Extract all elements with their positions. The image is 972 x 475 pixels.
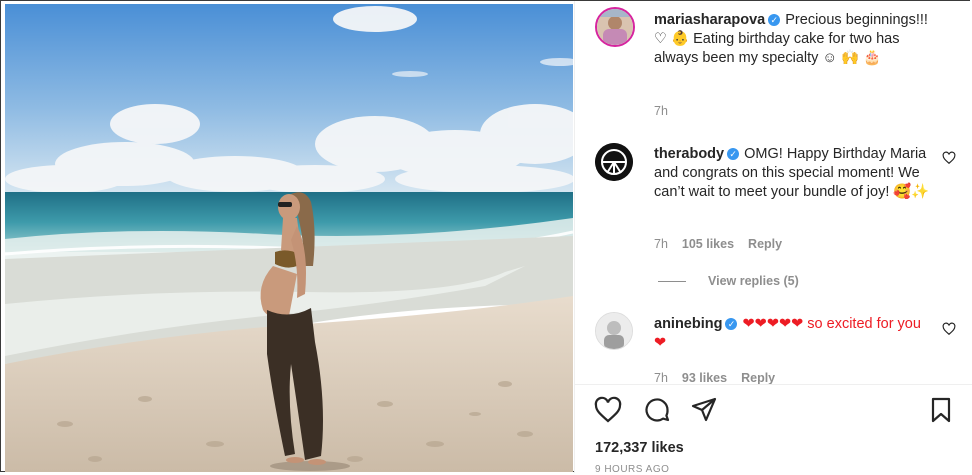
comment-like-icon[interactable] [942, 151, 956, 165]
comment-2-reply-button[interactable]: Reply [741, 371, 775, 384]
comment-1-username[interactable]: therabody [654, 146, 724, 162]
caption-time-label[interactable]: 7h [654, 104, 668, 118]
comment-2-username[interactable]: aninebing [654, 316, 722, 332]
author-avatar[interactable] [595, 7, 635, 47]
comment-1-time[interactable]: 7h [654, 237, 668, 251]
verified-icon: ✓ [725, 318, 738, 330]
caption-username[interactable]: mariasharapova [654, 12, 765, 28]
post-image[interactable] [5, 4, 573, 472]
save-icon[interactable] [927, 396, 955, 424]
comment-2-meta: 7h 93 likes Reply [654, 371, 789, 384]
comment-2: aninebing ✓ ❤❤❤❤❤ so excited for you❤ [654, 315, 932, 353]
replies-line [658, 281, 686, 283]
likes-count[interactable]: 172,337 likes [595, 440, 684, 456]
post-window: mariasharapova ✓ Precious beginnings!!! ♡… [0, 0, 972, 475]
comment-avatar-therabody[interactable] [595, 143, 633, 181]
verified-icon: ✓ [727, 148, 740, 160]
comments-list[interactable]: mariasharapova ✓ Precious beginnings!!! ♡… [575, 1, 972, 384]
view-replies-label: View replies (5) [708, 274, 799, 288]
post-caption: mariasharapova ✓ Precious beginnings!!! ♡… [654, 11, 932, 68]
view-replies-button[interactable]: View replies (5) [658, 274, 799, 288]
comment-icon[interactable] [643, 396, 671, 424]
comment-1-meta: 7h 105 likes Reply [654, 237, 796, 251]
comments-panel: mariasharapova ✓ Precious beginnings!!! ♡… [574, 1, 972, 475]
actions-divider [575, 384, 972, 385]
comment-1: therabody ✓ OMG! Happy Birthday Maria and… [654, 145, 932, 202]
comment-avatar-aninebing[interactable] [595, 312, 633, 350]
comment-2-likes[interactable]: 93 likes [682, 371, 727, 384]
comment-1-likes[interactable]: 105 likes [682, 237, 734, 251]
share-icon[interactable] [690, 396, 718, 424]
like-icon[interactable] [594, 396, 622, 424]
posted-time[interactable]: 9 HOURS AGO [595, 464, 669, 475]
comment-like-icon[interactable] [942, 322, 956, 336]
comment-1-reply-button[interactable]: Reply [748, 237, 782, 251]
caption-time: 7h [654, 104, 682, 118]
comment-2-time[interactable]: 7h [654, 371, 668, 384]
verified-icon: ✓ [768, 14, 781, 26]
